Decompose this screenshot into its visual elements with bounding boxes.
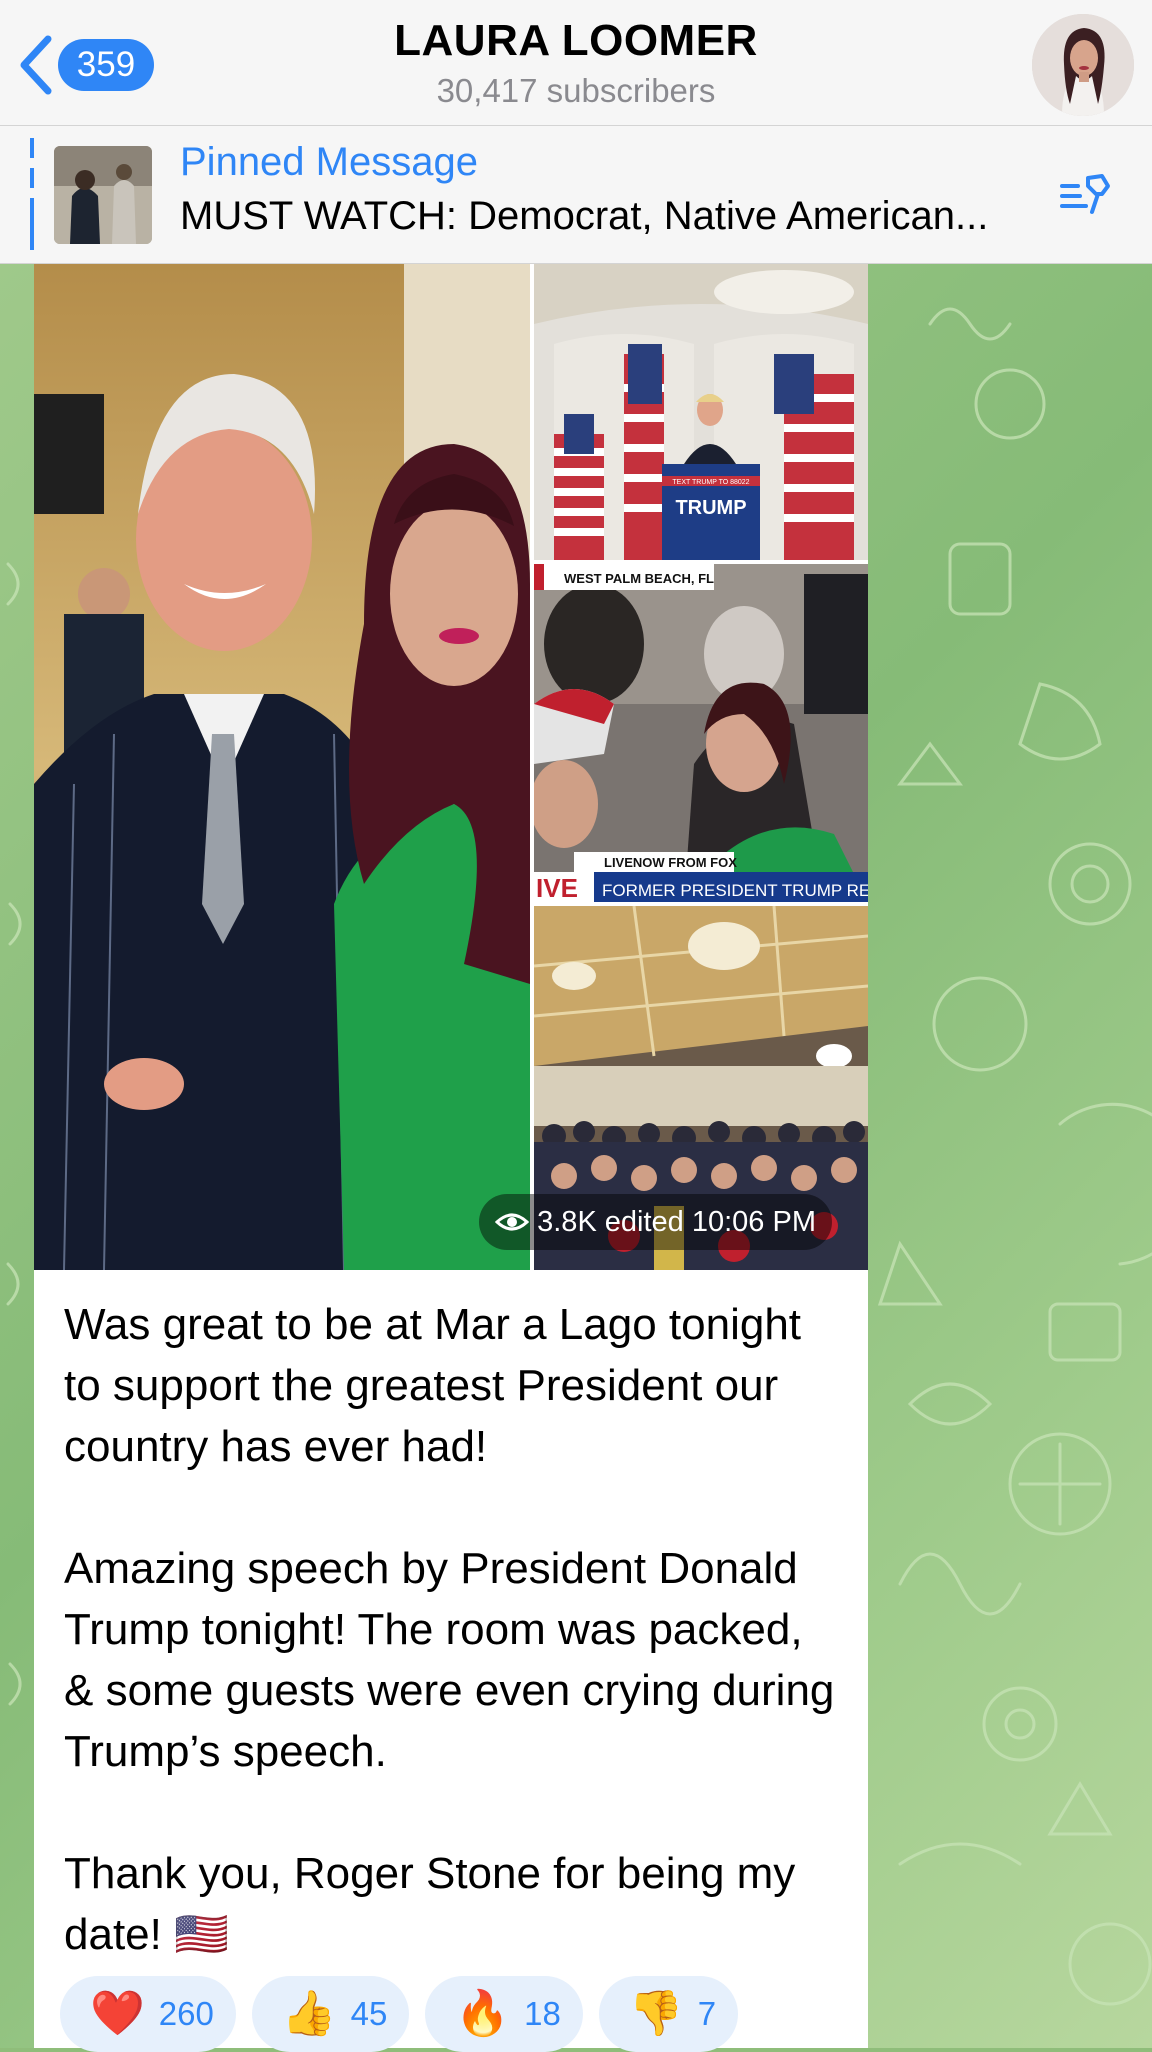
eye-icon	[495, 1213, 530, 1231]
pinned-label: Pinned Message	[180, 140, 478, 184]
heart-icon: ❤️	[90, 1989, 145, 2038]
reaction-thumbs-up[interactable]: 👍 45	[251, 1976, 410, 2052]
pinned-message-bar[interactable]: Pinned Message MUST WATCH: Democrat, Nat…	[0, 126, 1152, 264]
reaction-thumbs-down[interactable]: 👎 7	[598, 1976, 739, 2052]
chat-header: 359 LAURA LOOMER 30,417 subscribers	[0, 0, 1152, 126]
reaction-fire[interactable]: 🔥 18	[425, 1976, 583, 2052]
overlay-strap-2: FORMER PRESIDENT TRUMP RESPON	[602, 881, 868, 900]
message-paragraph: Amazing speech by President Donald Trump…	[64, 1544, 835, 1776]
channel-info[interactable]: LAURA LOOMER 30,417 subscribers	[0, 16, 1152, 110]
album-photo-1[interactable]	[34, 264, 530, 1270]
photo-album[interactable]: TEXT TRUMP TO 88022 TRUMP WEST PALM BEAC…	[34, 264, 868, 1270]
reaction-count: 260	[158, 1995, 214, 2032]
message-text: Was great to be at Mar a Lago tonight to…	[64, 1294, 844, 1965]
podium-small-text: TEXT TRUMP TO 88022	[672, 479, 749, 486]
reaction-count: 45	[350, 1995, 388, 2032]
pinned-list-icon[interactable]	[1058, 172, 1116, 223]
channel-name: LAURA LOOMER	[394, 16, 758, 65]
reactions-row: ❤️ 260 👍 45 🔥 18 👎 7	[60, 1976, 739, 2052]
view-count: 3.8K	[537, 1205, 597, 1238]
album-photo-2[interactable]: TEXT TRUMP TO 88022 TRUMP	[534, 264, 868, 560]
reaction-heart[interactable]: ❤️ 260	[60, 1976, 236, 2052]
message-meta: 3.8K edited 10:06 PM	[479, 1194, 832, 1250]
avatar-portrait	[1032, 14, 1134, 116]
podium-text: TRUMP	[675, 497, 746, 519]
album-photo-3[interactable]: WEST PALM BEACH, FL LIVENOW FROM FOX IVE…	[534, 564, 868, 902]
fire-icon: 🔥	[455, 1989, 511, 2038]
overlay-strap-1: LIVENOW FROM FOX	[604, 855, 737, 870]
thumbs-down-icon: 👎	[628, 1989, 684, 2038]
message-paragraph: Thank you, Roger Stone for being my date…	[64, 1849, 796, 1959]
channel-avatar[interactable]	[1032, 14, 1134, 116]
reaction-count: 18	[524, 1995, 561, 2032]
edited-time: edited 10:06 PM	[604, 1205, 816, 1238]
reaction-count: 7	[697, 1995, 717, 2032]
pinned-indicator	[30, 138, 34, 250]
overlay-location: WEST PALM BEACH, FL	[564, 571, 714, 586]
pinned-thumbnail	[54, 146, 152, 244]
message-bubble[interactable]: TEXT TRUMP TO 88022 TRUMP WEST PALM BEAC…	[34, 264, 868, 2052]
thumbs-up-icon: 👍	[281, 1989, 337, 2038]
pinned-text: MUST WATCH: Democrat, Native American...	[180, 194, 989, 238]
overlay-live: IVE	[536, 873, 578, 902]
message-paragraph: Was great to be at Mar a Lago tonight to…	[64, 1300, 802, 1471]
subscriber-count: 30,417 subscribers	[436, 72, 716, 109]
